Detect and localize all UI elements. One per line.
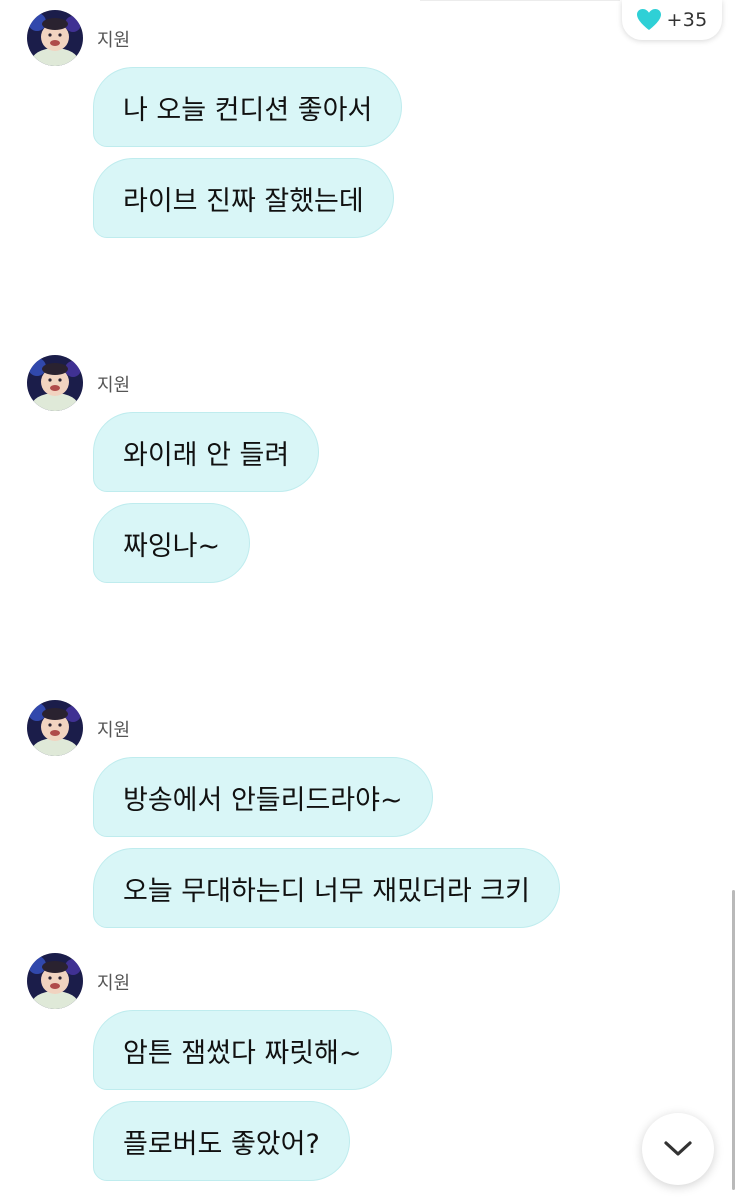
sender-name: 지원: [97, 375, 131, 396]
avatar[interactable]: [27, 700, 83, 756]
message-bubble[interactable]: 암튼 잼썼다 짜릿해~: [93, 1010, 392, 1090]
top-divider: [420, 0, 620, 1]
chevron-down-icon: [664, 1141, 692, 1156]
sender-name: 지원: [97, 720, 131, 741]
message-bubble[interactable]: 나 오늘 컨디션 좋아서: [93, 67, 403, 147]
like-count: +35: [666, 9, 708, 31]
message-bubble[interactable]: 와이래 안 들려: [93, 412, 320, 492]
sender-name: 지원: [97, 30, 131, 51]
message-bubble[interactable]: 플로버도 좋았어?: [93, 1101, 350, 1181]
avatar[interactable]: [27, 953, 83, 1009]
scrollbar[interactable]: [732, 890, 735, 1190]
avatar[interactable]: [27, 10, 83, 66]
message-bubble[interactable]: 짜잉나~: [93, 503, 251, 583]
sender-name: 지원: [97, 973, 131, 994]
like-counter[interactable]: +35: [622, 0, 722, 40]
message-bubble[interactable]: 방송에서 안들리드라야~: [93, 757, 433, 837]
scroll-to-bottom-button[interactable]: [642, 1113, 714, 1185]
message-bubble[interactable]: 라이브 진짜 잘했는데: [93, 158, 394, 238]
heart-icon: [636, 9, 661, 30]
message-bubble[interactable]: 오늘 무대하는디 너무 재밌더라 크키: [93, 848, 560, 928]
avatar[interactable]: [27, 355, 83, 411]
